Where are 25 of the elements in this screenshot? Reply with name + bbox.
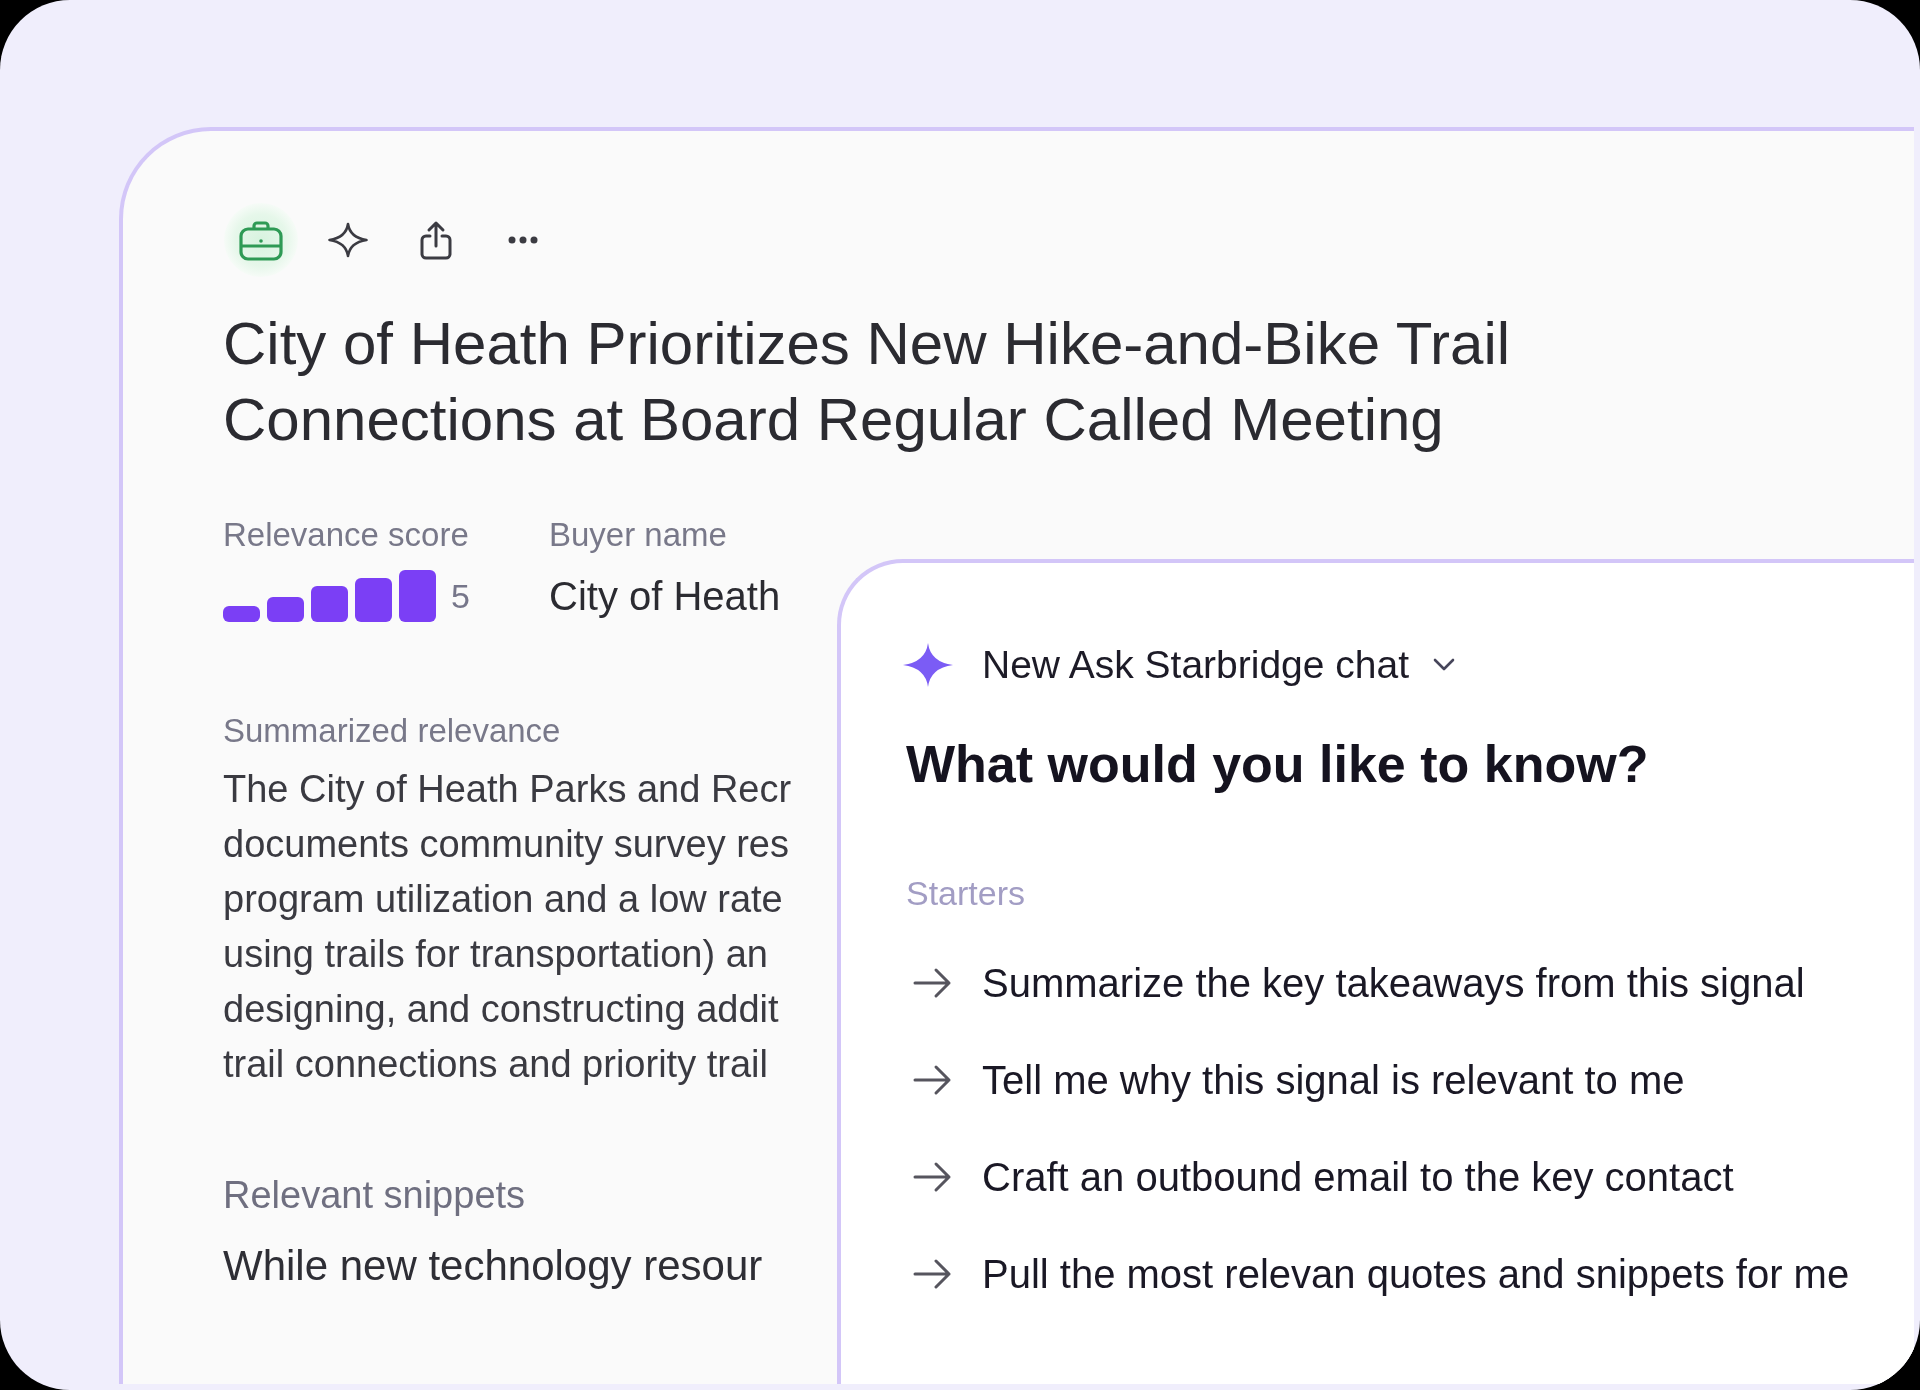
snippet-text: While new technology resour: [223, 1241, 763, 1291]
briefcase-icon[interactable]: [223, 202, 299, 278]
signal-title: City of Heath Prioritizes New Hike-and-Bike Trail Connections at Board Regular Called Meeting: [223, 309, 1512, 455]
arrow-right-icon: [912, 1063, 953, 1097]
arrow-right-icon: [912, 1160, 953, 1194]
arrow-right-icon: [912, 1257, 953, 1291]
sparkle-icon[interactable]: [328, 222, 368, 258]
buyer-value: City of Heath: [549, 573, 781, 620]
section-label: Starters: [906, 873, 1026, 913]
chevron-down-icon: [1433, 658, 1456, 672]
chat-selector[interactable]: New Ask Starbridge chat: [982, 641, 1456, 689]
starter-prompt[interactable]: Pull the most relevan quotes and snippets for me: [906, 1244, 1850, 1304]
starter-prompt[interactable]: Summarize the key takeaways from this signal: [906, 953, 1805, 1013]
starter-prompt[interactable]: Tell me why this signal is relevant to me: [906, 1050, 1685, 1110]
arrow-right-icon: [912, 966, 953, 1000]
field-label: Relevance score: [223, 515, 469, 555]
share-icon[interactable]: [419, 220, 453, 260]
field-label: Buyer name: [549, 515, 727, 555]
section-label: Relevant snippets: [223, 1173, 526, 1218]
chat-heading: What would you like to know?: [906, 734, 1649, 795]
more-icon[interactable]: [508, 236, 538, 244]
starter-prompt[interactable]: Craft an outbound email to the key contact: [906, 1147, 1734, 1207]
section-label: Summarized relevance: [223, 711, 561, 751]
summary-text: The City of Heath Parks and Recr documents community survey res program utilization and a low rate using trails for transportation) an designing, and constructing addit trail connections and priority trail: [223, 767, 792, 1087]
score-value: 5: [451, 576, 470, 616]
